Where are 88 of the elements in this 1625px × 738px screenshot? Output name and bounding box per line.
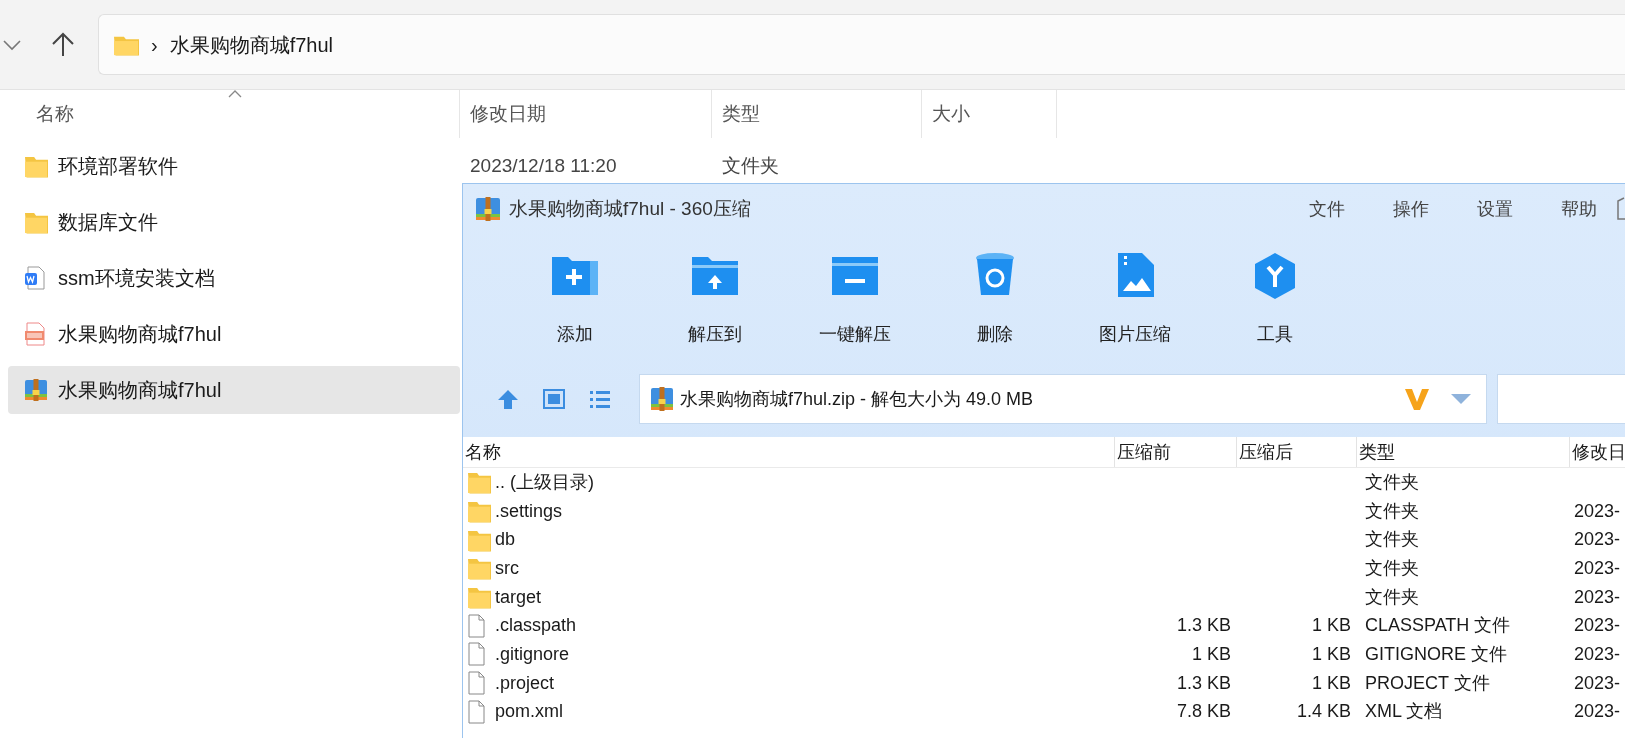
date-cell-text: 2023- [1573, 499, 1622, 523]
toolbar-button[interactable]: 图片压缩 [1065, 234, 1205, 369]
breadcrumb-item[interactable]: 水果购物商城f7hul [169, 29, 334, 60]
date-cell-text: 2023- [1573, 528, 1622, 552]
address-bar[interactable]: › 水果购物商城f7hul [98, 14, 1625, 75]
size-cell-text: 1.3 KB [1175, 614, 1232, 638]
file-name: 环境部署软件 [58, 154, 178, 179]
file-item[interactable]: 水果购物商城f7hul [8, 366, 460, 414]
size-cell-text: 1 KB [1310, 642, 1352, 666]
column-header[interactable]: 压缩后 [1237, 437, 1357, 467]
folder-icon [24, 154, 48, 178]
archive-entry[interactable]: target [463, 583, 1115, 611]
archive-icon [650, 386, 674, 412]
archive-entry[interactable]: src [463, 554, 1115, 582]
type-cell-text: 文件夹 [1364, 470, 1420, 494]
archive-entry[interactable]: .classpath [463, 612, 1115, 640]
folder-icon [467, 470, 491, 495]
date-cell-text: 2023/12/18 11:20 [469, 155, 618, 177]
date-cell-text: 2023- [1573, 585, 1622, 609]
type-cell-text: 文件夹 [721, 155, 780, 177]
file-item[interactable]: 数据库文件 [8, 198, 460, 246]
size-cell-text: 1 KB [1310, 671, 1352, 695]
size-cell-text: 1.3 KB [1175, 671, 1232, 695]
type-cell-text: PROJECT 文件 [1364, 671, 1491, 695]
search-field[interactable] [1497, 374, 1625, 424]
file-item[interactable]: ssm环境安装文档 [8, 254, 460, 302]
menu-item[interactable]: 文件 [1309, 195, 1345, 223]
toolbar-button[interactable]: 一键解压 [785, 234, 925, 369]
column-header[interactable]: 名称 [463, 437, 1115, 467]
menu-item[interactable]: 操作 [1393, 195, 1429, 223]
up-arrow-icon[interactable] [50, 31, 76, 58]
archive-entry[interactable]: .settings [463, 497, 1115, 525]
folder-icon [467, 585, 491, 610]
date-cell-text: 2023- [1573, 642, 1622, 666]
archive-icon [475, 196, 501, 222]
date-cell-text: 2023- [1573, 671, 1622, 695]
archive-icon [24, 378, 48, 402]
path-text: 水果购物商城f7hul.zip - 解包大小为 49.0 MB [680, 387, 1034, 411]
type-cell-text: 文件夹 [1364, 528, 1420, 552]
folder-icon [24, 210, 48, 234]
type-cell-text: XML 文档 [1364, 700, 1444, 724]
type-cell-text: 文件夹 [1364, 556, 1420, 580]
size-cell-text: 1.4 KB [1295, 700, 1352, 724]
path-field[interactable]: 水果购物商城f7hul.zip - 解包大小为 49.0 MB [639, 374, 1487, 424]
date-cell-text: 2023- [1573, 556, 1622, 580]
file-name: 数据库文件 [58, 210, 158, 235]
column-header[interactable]: 类型 [1357, 437, 1570, 467]
column-header[interactable]: 修改日期 [460, 90, 712, 138]
dropdown-icon[interactable] [1450, 393, 1472, 405]
type-cell-text: 文件夹 [1364, 499, 1420, 523]
date-cell-text: 2023- [1573, 700, 1622, 724]
file-name: ssm环境安装文档 [58, 266, 215, 291]
archive-entry[interactable]: pom.xml [463, 698, 1115, 726]
folder-icon [467, 556, 491, 581]
window-title: 水果购物商城f7hul - 360压缩 [509, 196, 751, 221]
type-cell-text: 文件夹 [1364, 585, 1420, 609]
folder-icon [467, 499, 491, 524]
toolbar-button[interactable]: 添加 [505, 234, 645, 369]
column-header[interactable]: 修改日 [1570, 437, 1625, 467]
toolbar-button[interactable]: 删除 [925, 234, 1065, 369]
document-icon [24, 266, 48, 290]
type-cell-text: GITIGNORE 文件 [1364, 642, 1508, 666]
type-cell-text: CLASSPATH 文件 [1364, 614, 1512, 638]
archive-entry[interactable]: db [463, 526, 1115, 554]
v-logo-icon[interactable] [1404, 387, 1430, 411]
date-cell-text: 2023- [1573, 614, 1622, 638]
menu-item[interactable]: 帮助 [1561, 195, 1597, 223]
toolbar-button[interactable]: 解压到 [645, 234, 785, 369]
sort-caret-icon [228, 90, 242, 98]
column-header[interactable]: 名称 [0, 90, 460, 138]
archive-entry[interactable]: .project [463, 669, 1115, 697]
menu-item[interactable]: 设置 [1477, 195, 1513, 223]
file-item[interactable]: 环境部署软件 [8, 142, 460, 190]
column-header[interactable]: 压缩前 [1115, 437, 1237, 467]
file-name: 水果购物商城f7hul [58, 322, 222, 347]
column-header[interactable]: 大小 [922, 90, 1057, 138]
file-name: 水果购物商城f7hul [58, 378, 222, 403]
breadcrumb-separator[interactable]: › [151, 29, 158, 60]
window-icon[interactable] [542, 387, 566, 411]
column-header[interactable]: 类型 [712, 90, 922, 138]
file-item[interactable]: 水果购物商城f7hul [8, 310, 460, 358]
video-file-icon [24, 322, 48, 346]
size-cell-text: 1 KB [1310, 614, 1352, 638]
archive-entry[interactable]: .gitignore [463, 640, 1115, 668]
toolbar-button[interactable]: 工具 [1205, 234, 1345, 369]
size-cell-text: 1 KB [1190, 642, 1232, 666]
size-cell-text: 7.8 KB [1175, 700, 1232, 724]
archive-entry[interactable]: .. (上级目录) [463, 468, 1115, 496]
